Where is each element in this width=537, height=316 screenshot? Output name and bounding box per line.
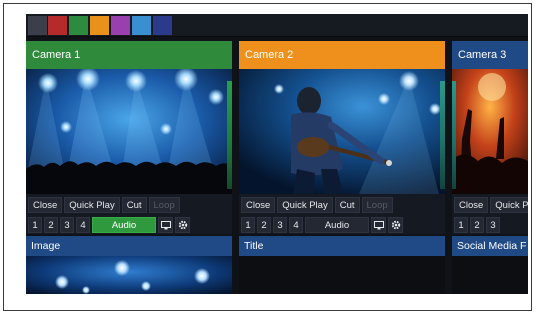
camera-1-header[interactable]: Camera 1 [26,41,232,69]
window-frame: Camera 1 Close Quick Play Cut Loop 1 2 3… [3,3,532,311]
camera-2-transport-row: Close Quick Play Cut Loop [239,196,445,214]
color-swatch-bar [26,14,528,37]
camera-1-panel: Camera 1 Close Quick Play Cut Loop 1 2 3… [26,41,232,234]
camera-3-panel: Camera 3 Close Quick P 1 2 3 [452,41,528,234]
camera-3-transport-row: Close Quick Play [452,196,528,214]
output-2-button[interactable]: 2 [44,217,58,233]
audio-button[interactable]: Audio [92,217,156,233]
image-panel-title: Image [31,240,61,252]
guitarist-image [239,69,445,194]
image-panel: Image [26,236,232,294]
title-panel-title: Title [244,240,264,252]
output-2-button[interactable]: 2 [470,217,484,233]
swatch-green[interactable] [69,16,88,35]
camera-2-preview[interactable] [239,69,445,194]
swatch-gray[interactable] [28,16,47,35]
stage-lights-image [26,256,232,294]
cut-button[interactable]: Cut [121,197,147,213]
image-panel-header[interactable]: Image [26,236,232,256]
camera-1-transport-row: Close Quick Play Cut Loop [26,196,232,214]
output-2-button[interactable]: 2 [257,217,271,233]
quick-play-button[interactable]: Quick Play [277,197,333,213]
camera-3-header[interactable]: Camera 3 [452,41,528,69]
output-3-button[interactable]: 3 [60,217,74,233]
camera-2-header[interactable]: Camera 2 [239,41,445,69]
loop-button[interactable]: Loop [148,197,180,213]
title-panel-header[interactable]: Title [239,236,445,256]
camera-2-panel: Camera 2 Close Quick Play Cut Loop 1 2 3… [239,41,445,234]
camera-1-preview[interactable] [26,69,232,194]
crowd-image [452,69,528,194]
swatch-orange[interactable] [90,16,109,35]
camera-2-output-row: 1 2 3 4 Audio [239,216,445,234]
camera-1-output-row: 1 2 3 4 Audio [26,216,232,234]
swatch-red[interactable] [48,16,67,35]
monitor-icon[interactable] [158,217,173,233]
close-button[interactable]: Close [28,197,63,213]
quick-play-button[interactable]: Quick Play [490,197,528,213]
cut-button[interactable]: Cut [334,197,360,213]
output-1-button[interactable]: 1 [454,217,468,233]
camera-2-title: Camera 2 [245,49,294,61]
monitor-icon[interactable] [371,217,386,233]
output-1-button[interactable]: 1 [28,217,42,233]
camera-2-audio-meter [440,81,445,189]
output-4-button[interactable]: 4 [289,217,303,233]
social-media-panel-title: Social Media F [457,240,527,252]
camera-1-audio-meter [227,81,232,189]
camera-3-audio-meter [452,81,456,189]
audio-button[interactable]: Audio [305,217,369,233]
output-3-button[interactable]: 3 [486,217,500,233]
camera-1-title: Camera 1 [32,49,81,61]
camera-3-title: Camera 3 [458,49,507,61]
social-media-panel: Social Media F [452,236,528,294]
swatch-blue[interactable] [132,16,151,35]
quick-play-button[interactable]: Quick Play [64,197,120,213]
output-3-button[interactable]: 3 [273,217,287,233]
live-production-app: Camera 1 Close Quick Play Cut Loop 1 2 3… [26,14,528,294]
gear-icon[interactable] [388,217,403,233]
loop-button[interactable]: Loop [361,197,393,213]
concert-stage-image [26,69,232,194]
camera-3-output-row: 1 2 3 [452,216,528,234]
social-media-panel-header[interactable]: Social Media F [452,236,528,256]
close-button[interactable]: Close [241,197,276,213]
output-4-button[interactable]: 4 [76,217,90,233]
gear-icon[interactable] [175,217,190,233]
swatch-purple[interactable] [111,16,130,35]
camera-3-preview[interactable] [452,69,528,194]
output-1-button[interactable]: 1 [241,217,255,233]
swatch-navy[interactable] [153,16,172,35]
title-panel: Title [239,236,445,294]
close-button[interactable]: Close [454,197,489,213]
